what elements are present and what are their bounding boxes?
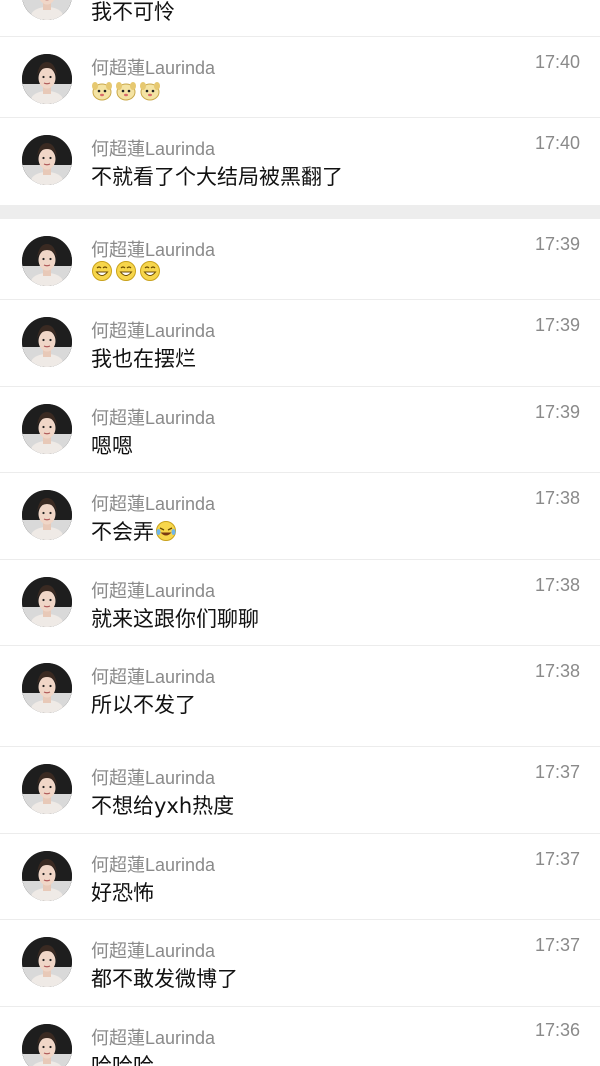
timestamp: 17:37 [534, 849, 580, 869]
grin-face-emoji [115, 260, 137, 282]
avatar[interactable] [22, 236, 72, 286]
message-row[interactable]: 何超蓮Laurinda 17:38 就来这跟你们聊聊 [0, 561, 600, 646]
sender-name: 何超蓮Laurinda [91, 494, 216, 514]
message-text: 不想给yxh热度 [91, 794, 235, 818]
sender-name: 何超蓮Laurinda [91, 321, 216, 341]
sender-name: 何超蓮Laurinda [91, 1028, 216, 1048]
timestamp: 17:36 [534, 1020, 580, 1040]
message-row[interactable]: 何超蓮Laurinda 17:40 不就看了个大结局被黑翻了 [0, 119, 600, 205]
message-text: 好恐怖 [91, 881, 154, 905]
grin-face-emoji [91, 260, 113, 282]
message-text: 就来这跟你们聊聊 [91, 607, 259, 631]
message-text: 不会弄 [91, 520, 154, 544]
portrait-image [22, 404, 72, 454]
avatar[interactable] [22, 54, 72, 104]
emoji-group [91, 80, 161, 102]
timestamp: 17:38 [534, 488, 580, 508]
portrait-image [22, 490, 72, 540]
message-text: 所以不发了 [91, 693, 196, 717]
sender-name: 何超蓮Laurinda [91, 768, 216, 788]
message-row[interactable]: 我不可怜 [0, 0, 600, 37]
sender-name: 何超蓮Laurinda [91, 240, 216, 260]
timestamp: 17:37 [534, 762, 580, 782]
portrait-image [22, 577, 72, 627]
timestamp: 17:40 [534, 52, 580, 72]
portrait-image [22, 663, 72, 713]
message-row[interactable]: 何超蓮Laurinda 17:40 [0, 38, 600, 118]
message-text: 我也在摆烂 [91, 347, 196, 371]
message-row[interactable]: 何超蓮Laurinda 17:38 所以不发了 [0, 647, 600, 747]
sender-name: 何超蓮Laurinda [91, 58, 216, 78]
avatar[interactable] [22, 135, 72, 185]
portrait-image [22, 937, 72, 987]
message-row[interactable]: 何超蓮Laurinda 17:37 不想给yxh热度 [0, 748, 600, 834]
avatar[interactable] [22, 404, 72, 454]
avatar[interactable] [22, 663, 72, 713]
dog-face-emoji [139, 80, 161, 102]
sender-name: 何超蓮Laurinda [91, 941, 216, 961]
timestamp: 17:39 [534, 234, 580, 254]
avatar[interactable] [22, 0, 72, 20]
message-text: 不就看了个大结局被黑翻了 [91, 165, 343, 189]
timestamp: 17:39 [534, 402, 580, 422]
message-row[interactable]: 何超蓮Laurinda 17:37 好恐怖 [0, 835, 600, 920]
timestamp: 17:37 [534, 935, 580, 955]
sender-name: 何超蓮Laurinda [91, 139, 216, 159]
avatar[interactable] [22, 1024, 72, 1066]
laugh-cry-emoji [155, 520, 177, 542]
dog-face-emoji [115, 80, 137, 102]
sender-name: 何超蓮Laurinda [91, 667, 216, 687]
avatar[interactable] [22, 317, 72, 367]
message-row[interactable]: 何超蓮Laurinda 17:36 哈哈哈 [0, 1008, 600, 1066]
message-row[interactable]: 何超蓮Laurinda 17:39 嗯嗯 [0, 388, 600, 473]
portrait-image [22, 135, 72, 185]
portrait-image [22, 317, 72, 367]
portrait-image [22, 851, 72, 901]
portrait-image [22, 764, 72, 814]
grin-face-emoji [139, 260, 161, 282]
sender-name: 何超蓮Laurinda [91, 408, 216, 428]
portrait-image [22, 1024, 72, 1066]
dog-face-emoji [91, 80, 113, 102]
section-divider [0, 205, 600, 219]
timestamp: 17:38 [534, 661, 580, 681]
portrait-image [22, 236, 72, 286]
timestamp: 17:38 [534, 575, 580, 595]
avatar[interactable] [22, 851, 72, 901]
sender-name: 何超蓮Laurinda [91, 855, 216, 875]
avatar[interactable] [22, 577, 72, 627]
sender-name: 何超蓮Laurinda [91, 581, 216, 601]
message-row[interactable]: 何超蓮Laurinda 17:39 我也在摆烂 [0, 301, 600, 387]
message-text: 哈哈哈 [91, 1054, 154, 1066]
timestamp: 17:40 [534, 133, 580, 153]
message-text: 嗯嗯 [91, 434, 133, 458]
message-content: 不会弄 [91, 516, 177, 546]
timestamp: 17:39 [534, 315, 580, 335]
portrait-image [22, 0, 72, 20]
avatar[interactable] [22, 764, 72, 814]
avatar[interactable] [22, 937, 72, 987]
message-row[interactable]: 何超蓮Laurinda 17:38 不会弄 [0, 474, 600, 560]
emoji-group [91, 260, 161, 282]
message-row[interactable]: 何超蓮Laurinda 17:37 都不敢发微博了 [0, 921, 600, 1007]
portrait-image [22, 54, 72, 104]
message-text: 都不敢发微博了 [91, 967, 238, 991]
message-row[interactable]: 何超蓮Laurinda 17:39 [0, 219, 600, 300]
message-text: 我不可怜 [91, 0, 175, 24]
avatar[interactable] [22, 490, 72, 540]
